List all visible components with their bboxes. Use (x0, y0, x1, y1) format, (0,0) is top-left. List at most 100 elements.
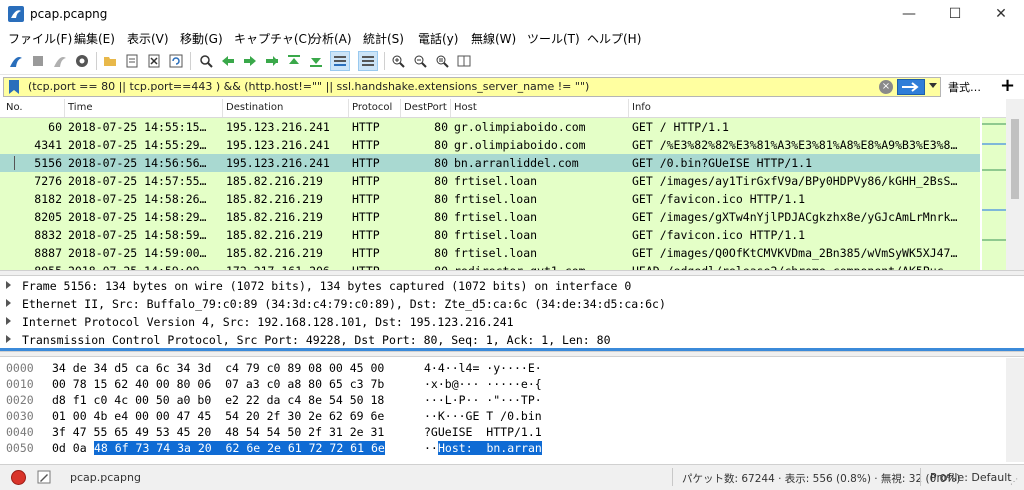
menu-analyze[interactable]: 分析(A) (310, 30, 352, 47)
detail-row-ip[interactable]: Internet Protocol Version 4, Src: 192.16… (0, 313, 1024, 331)
close-file-icon[interactable] (144, 51, 164, 71)
right-arrow-icon (902, 82, 919, 92)
packet-row[interactable]: 89552018-07-25 14:59:09…172.217.161.206H… (0, 262, 980, 270)
expand-arrow-icon[interactable] (6, 335, 11, 343)
packet-cell-proto: HTTP (352, 246, 380, 260)
capture-options-icon[interactable] (72, 51, 92, 71)
menu-statistics[interactable]: 統計(S) (363, 30, 404, 47)
column-header-time[interactable]: Time (68, 102, 92, 113)
bookmark-icon[interactable] (8, 80, 20, 94)
menu-edit[interactable]: 編集(E) (74, 30, 115, 47)
menu-view[interactable]: 表示(V) (127, 30, 169, 47)
packet-cell-time: 2018-07-25 14:58:59… (68, 228, 207, 242)
stop-square-icon[interactable] (28, 51, 48, 71)
column-header-info[interactable]: Info (632, 102, 651, 113)
packet-cell-host: gr.olimpiaboido.com (454, 138, 586, 152)
menu-tools[interactable]: ツール(T) (527, 30, 580, 47)
packet-cell-time: 2018-07-25 14:55:15… (68, 120, 207, 134)
packet-row[interactable]: 5156 2018-07-25 14:56:56… 195.123.216.241 H… (0, 154, 980, 172)
menu-telephony[interactable]: 電話(y) (418, 30, 458, 47)
expand-arrow-icon[interactable] (6, 281, 11, 289)
edit-comment-icon[interactable] (37, 470, 51, 484)
expand-arrow-icon[interactable] (6, 299, 11, 307)
maximize-button[interactable]: ☐ (932, 0, 978, 28)
menu-wireless[interactable]: 無線(W) (471, 30, 516, 47)
packet-cell-dst: 195.123.216.241 (226, 138, 330, 152)
expert-info-icon[interactable] (11, 470, 26, 485)
bytes-row[interactable]: 0040 3f 47 55 65 49 53 45 20 48 54 54 50… (0, 424, 1024, 440)
packet-row[interactable]: 60 2018-07-25 14:55:15… 195.123.216.241 HTT… (0, 118, 980, 136)
zoom-out-icon[interactable] (410, 51, 430, 71)
close-window-button[interactable]: ✕ (978, 0, 1024, 28)
bytes-ascii-highlight: Host: bn.arran (438, 441, 542, 455)
bytes-row[interactable]: 0010 00 78 15 62 40 00 80 06 07 a3 c0 a8… (0, 376, 1024, 392)
column-header-no[interactable]: No. (6, 102, 23, 113)
bytes-scrollbar[interactable] (1006, 358, 1024, 462)
colorize-icon[interactable] (358, 51, 378, 71)
column-header-destport[interactable]: DestPort (404, 102, 447, 113)
packet-cell-time: 2018-07-25 14:56:56… (68, 156, 207, 170)
resize-grip-icon[interactable]: ⋰ (1010, 477, 1018, 486)
forward-arrow-icon[interactable] (240, 51, 260, 71)
packet-row[interactable]: 8205 2018-07-25 14:58:29… 185.82.216.219 HT… (0, 208, 980, 226)
detail-row-frame[interactable]: Frame 5156: 134 bytes on wire (1072 bits… (0, 277, 1024, 295)
pane-splitter[interactable] (0, 351, 1024, 357)
status-bar: pcap.pcapng パケット数: 67244 · 表示: 556 (0.8%… (0, 464, 1024, 490)
save-file-icon[interactable] (122, 51, 142, 71)
packet-row[interactable]: 8832 2018-07-25 14:58:59… 185.82.216.219 HT… (0, 226, 980, 244)
status-profile[interactable]: Profile: Default (930, 471, 1012, 484)
chevron-down-icon[interactable] (929, 83, 937, 88)
apply-filter-button[interactable] (897, 79, 925, 95)
autoscroll-icon[interactable] (330, 51, 350, 71)
display-filter-input[interactable]: (tcp.port == 80 || tcp.port==443 ) && (h… (3, 77, 941, 97)
packet-bytes-pane: 0000 34 de 34 d5 ca 6c 34 3d c4 79 c0 89… (0, 358, 1024, 462)
column-header-protocol[interactable]: Protocol (352, 102, 392, 113)
menu-go[interactable]: 移動(G) (180, 30, 223, 47)
packet-row[interactable]: 8887 2018-07-25 14:59:00… 185.82.216.219 HT… (0, 244, 980, 262)
packet-minimap[interactable] (982, 99, 1006, 270)
menu-help[interactable]: ヘルプ(H) (587, 30, 641, 47)
packet-list-scrollbar[interactable] (1006, 99, 1024, 270)
menu-file[interactable]: ファイル(F) (8, 30, 72, 47)
back-arrow-icon[interactable] (218, 51, 238, 71)
zoom-in-icon[interactable] (388, 51, 408, 71)
packet-cell-host: frtisel.loan (454, 210, 538, 224)
window-title: pcap.pcapng (30, 7, 108, 21)
packet-row[interactable]: 4341 2018-07-25 14:55:29… 195.123.216.241 H… (0, 136, 980, 154)
detail-row-ethernet[interactable]: Ethernet II, Src: Buffalo_79:c0:89 (34:3… (0, 295, 1024, 313)
column-header-destination[interactable]: Destination (226, 102, 283, 113)
packet-cell-time: 2018-07-25 14:57:55… (68, 174, 207, 188)
clear-filter-icon[interactable]: × (879, 80, 893, 94)
first-packet-icon[interactable] (284, 51, 304, 71)
go-to-packet-icon[interactable] (262, 51, 282, 71)
packet-cell-info: GET /0.bin?GUeISE HTTP/1.1 (632, 156, 813, 170)
menu-capture[interactable]: キャプチャ(C) (234, 30, 312, 47)
display-filter-bar: (tcp.port == 80 || tcp.port==443 ) && (h… (0, 75, 1024, 99)
last-packet-icon[interactable] (306, 51, 326, 71)
resize-columns-icon[interactable] (454, 51, 474, 71)
packet-cell-proto: HTTP (352, 174, 380, 188)
bytes-row[interactable]: 0000 34 de 34 d5 ca 6c 34 3d c4 79 c0 89… (0, 360, 1024, 376)
detail-row-tcp[interactable]: Transmission Control Protocol, Src Port:… (0, 331, 1024, 349)
expand-arrow-icon[interactable] (6, 317, 11, 325)
packet-list: No. Time Destination Protocol DestPort H… (0, 99, 1024, 270)
packet-cell-dport: 80 (434, 156, 448, 170)
find-icon[interactable] (196, 51, 216, 71)
bytes-row[interactable]: 0020 d8 f1 c0 4c 00 50 a0 b0 e2 22 da c4… (0, 392, 1024, 408)
open-folder-icon[interactable] (100, 51, 120, 71)
column-header-host[interactable]: Host (454, 102, 477, 113)
packet-cell-time: 2018-07-25 14:55:29… (68, 138, 207, 152)
packet-cell-dst: 195.123.216.241 (226, 120, 330, 134)
bytes-row[interactable]: 0030 01 00 4b e4 00 00 47 45 54 20 2f 30… (0, 408, 1024, 424)
packet-row[interactable]: 7276 2018-07-25 14:57:55… 185.82.216.219 HT… (0, 172, 980, 190)
scrollbar-thumb[interactable] (1011, 119, 1019, 199)
zoom-normal-icon[interactable] (432, 51, 452, 71)
minimize-button[interactable]: — (886, 0, 932, 28)
filter-format-button[interactable]: 書式… (948, 79, 981, 95)
restart-fin-icon[interactable] (50, 51, 70, 71)
packet-row[interactable]: 8182 2018-07-25 14:58:26… 185.82.216.219 HT… (0, 190, 980, 208)
reload-icon[interactable] (166, 51, 186, 71)
bytes-row[interactable]: 0050 0d 0a 48 6f 73 74 3a 20 62 6e 2e 61… (0, 440, 1024, 456)
add-filter-button[interactable]: + (1000, 75, 1015, 96)
shark-fin-start-icon[interactable] (6, 51, 26, 71)
